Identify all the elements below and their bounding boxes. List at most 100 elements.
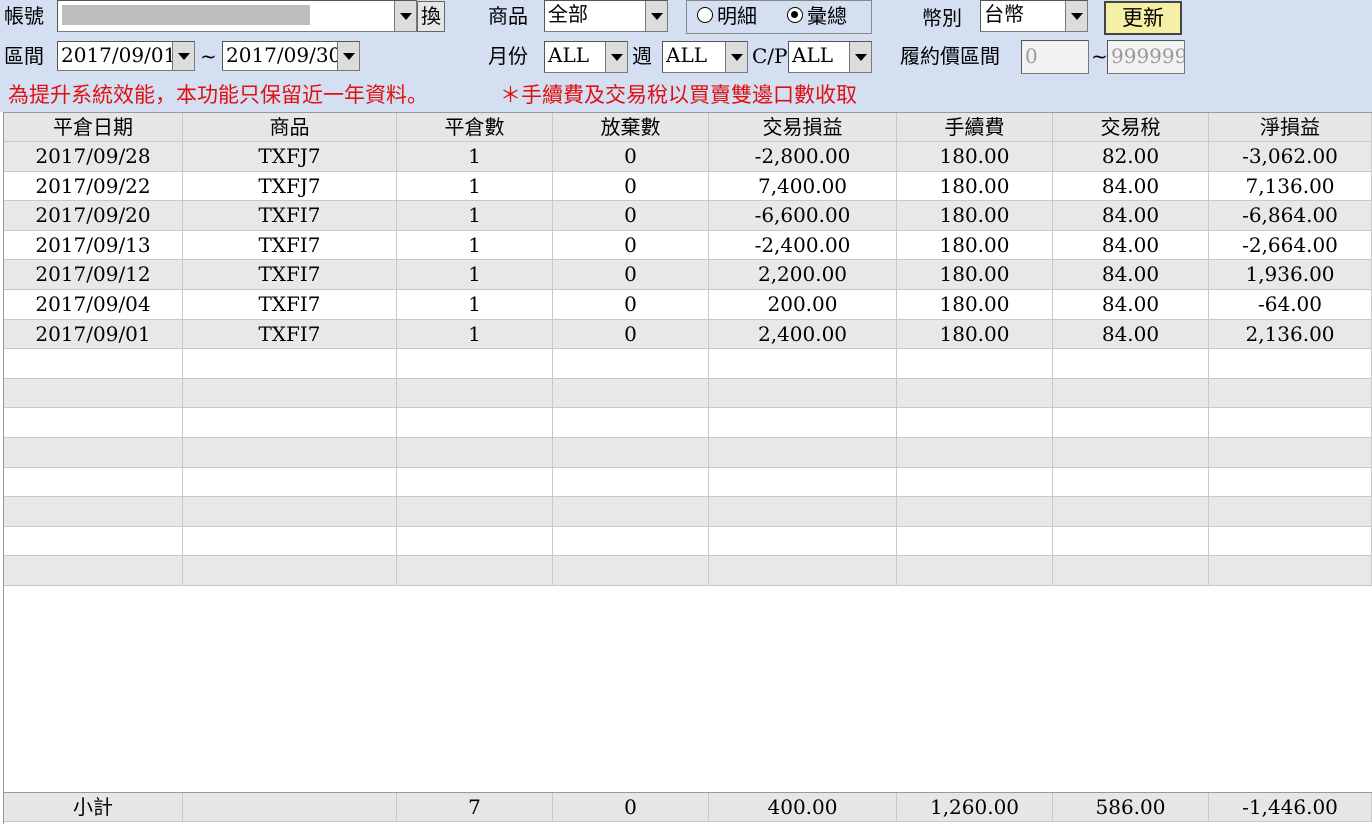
chevron-down-icon[interactable]	[645, 1, 667, 31]
table-row[interactable]: 2017/09/28 TXFJ7 1 0 -2,800.00 180.00 82.00 -3,…	[4, 142, 1372, 172]
currency-value: 台幣	[984, 2, 1024, 26]
cell-closed-qty	[397, 378, 553, 408]
col-header-trade-pl[interactable]: 交易損益	[709, 113, 897, 141]
col-header-abandoned-qty[interactable]: 放棄數	[553, 113, 709, 141]
chevron-down-icon[interactable]	[337, 42, 359, 70]
cp-select[interactable]: ALL	[788, 41, 872, 73]
strike-from-input[interactable]: 0	[1021, 40, 1089, 74]
col-header-tax[interactable]: 交易稅	[1053, 113, 1209, 141]
table-row[interactable]: 2017/09/20 TXFI7 1 0 -6,600.00 180.00 84.00 -6,…	[4, 201, 1372, 231]
cell-trade-pl: 200.00	[709, 289, 897, 319]
cell-net-pl	[1209, 378, 1372, 408]
table-row-empty	[4, 526, 1372, 557]
pl-table: 平倉日期 商品 平倉數 放棄數 交易損益 手續費 交易稅 淨損益 2017/09…	[4, 112, 1372, 586]
chevron-down-icon[interactable]	[172, 42, 194, 70]
subtotal-row: 小計 7 0 400.00 1,260.00 586.00 -1,446.00	[4, 792, 1372, 822]
table-row[interactable]: 2017/09/04 TXFI7 1 0 200.00 180.00 84.00 -64.00	[4, 289, 1372, 320]
week-value: ALL	[666, 43, 708, 67]
cell-abandoned-qty	[553, 349, 709, 378]
radio-summary-label: 彙總	[807, 4, 847, 28]
table-row[interactable]: 2017/09/12 TXFI7 1 0 2,200.00 180.00 84.00 1,93…	[4, 260, 1372, 290]
cell-product: TXFI7	[183, 289, 397, 319]
cell-closed-qty	[397, 467, 553, 497]
strike-to-input[interactable]: 999999	[1107, 40, 1185, 74]
col-header-close-date[interactable]: 平倉日期	[4, 113, 183, 141]
col-header-net-pl[interactable]: 淨損益	[1209, 113, 1372, 141]
chevron-down-icon[interactable]	[605, 42, 627, 72]
chevron-down-icon[interactable]	[725, 42, 747, 72]
col-header-fee[interactable]: 手續費	[897, 113, 1053, 141]
radio-summary[interactable]	[787, 7, 803, 23]
cp-value: ALL	[792, 43, 834, 67]
week-select[interactable]: ALL	[662, 41, 748, 73]
chevron-down-icon[interactable]	[394, 1, 416, 31]
mode-radio-group: 明細 彙總	[686, 0, 872, 34]
cell-abandoned-qty: 0	[553, 289, 709, 319]
currency-label: 幣別	[922, 6, 962, 30]
date-from-value: 2017/09/01	[61, 43, 177, 67]
account-value-masked	[62, 5, 310, 25]
cell-closed-qty	[397, 526, 553, 556]
cell-closed-qty: 1	[397, 201, 553, 230]
cell-net-pl: 2,136.00	[1209, 319, 1372, 349]
cell-product: TXFI7	[183, 230, 397, 260]
cell-tax	[1053, 497, 1209, 526]
subtotal-product	[183, 793, 397, 821]
currency-select[interactable]: 台幣	[980, 0, 1088, 32]
cell-trade-pl: -2,400.00	[709, 230, 897, 260]
strike-separator: ~	[1091, 44, 1108, 68]
cell-tax: 82.00	[1053, 142, 1209, 171]
cell-abandoned-qty	[553, 556, 709, 585]
cell-trade-pl	[709, 467, 897, 497]
col-header-product[interactable]: 商品	[183, 113, 397, 141]
cell-fee: 180.00	[897, 230, 1053, 260]
cell-tax: 84.00	[1053, 289, 1209, 319]
cell-close-date	[4, 526, 183, 556]
table-row[interactable]: 2017/09/01 TXFI7 1 0 2,400.00 180.00 84.00 2,13…	[4, 319, 1372, 350]
cell-abandoned-qty: 0	[553, 230, 709, 260]
cell-fee: 180.00	[897, 201, 1053, 230]
date-from-select[interactable]: 2017/09/01	[57, 41, 195, 71]
cell-product: TXFJ7	[183, 171, 397, 201]
cell-closed-qty	[397, 408, 553, 437]
cell-close-date: 2017/09/28	[4, 142, 183, 171]
month-select[interactable]: ALL	[544, 41, 628, 73]
cell-trade-pl	[709, 349, 897, 378]
subtotal-abandoned-qty: 0	[553, 793, 709, 821]
table-row-empty	[4, 408, 1372, 438]
radio-detail-label: 明細	[717, 4, 757, 28]
notice-performance: 為提升系統效能，本功能只保留近一年資料。	[8, 83, 428, 107]
cell-product	[183, 467, 397, 497]
cell-abandoned-qty	[553, 467, 709, 497]
cell-product	[183, 556, 397, 585]
cell-product: TXFI7	[183, 260, 397, 289]
cell-tax: 84.00	[1053, 171, 1209, 201]
account-select[interactable]	[57, 0, 417, 32]
chevron-down-icon[interactable]	[1065, 1, 1087, 31]
switch-account-button[interactable]: 換	[417, 1, 445, 32]
table-row-empty	[4, 349, 1372, 379]
cell-fee: 180.00	[897, 171, 1053, 201]
table-row[interactable]: 2017/09/22 TXFJ7 1 0 7,400.00 180.00 84.00 7,13…	[4, 171, 1372, 202]
col-header-closed-qty[interactable]: 平倉數	[397, 113, 553, 141]
period-label: 區間	[4, 44, 44, 68]
cell-trade-pl: -6,600.00	[709, 201, 897, 230]
chevron-down-icon[interactable]	[849, 42, 871, 72]
cell-close-date: 2017/09/22	[4, 171, 183, 201]
cell-fee	[897, 467, 1053, 497]
cell-tax	[1053, 408, 1209, 437]
cell-abandoned-qty	[553, 526, 709, 556]
cell-product	[183, 497, 397, 526]
date-to-select[interactable]: 2017/09/30	[222, 41, 360, 71]
cell-close-date: 2017/09/01	[4, 319, 183, 349]
notice-fees: ＊手續費及交易稅以買賣雙邊口數收取	[500, 83, 857, 107]
cell-fee: 180.00	[897, 319, 1053, 349]
radio-detail[interactable]	[697, 7, 713, 23]
table-row[interactable]: 2017/09/13 TXFI7 1 0 -2,400.00 180.00 84.00 -2,…	[4, 230, 1372, 261]
cell-tax	[1053, 349, 1209, 378]
cell-close-date	[4, 497, 183, 526]
product-select[interactable]: 全部	[544, 0, 668, 32]
cell-close-date	[4, 408, 183, 437]
update-button[interactable]: 更新	[1104, 1, 1182, 35]
cell-abandoned-qty: 0	[553, 201, 709, 230]
